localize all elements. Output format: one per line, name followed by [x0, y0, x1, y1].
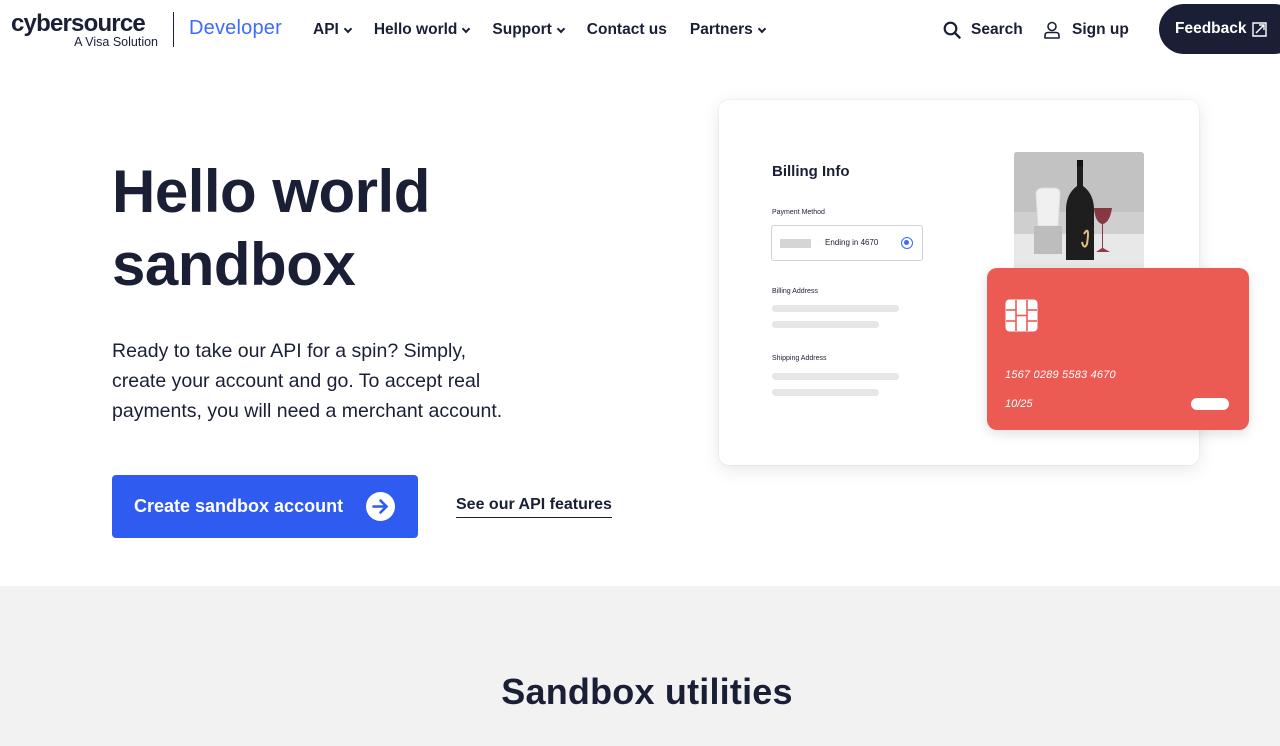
site-header: cybersource A Visa Solution Developer AP…	[0, 0, 1280, 58]
nav-item-label: Partners	[689, 21, 753, 38]
create-sandbox-account-button[interactable]: Create sandbox account	[112, 475, 418, 538]
nav-item-api[interactable]: API	[313, 20, 353, 40]
sign-up-label: Sign up	[1072, 21, 1129, 38]
hero-description: Ready to take our API for a spin? Simply…	[112, 340, 503, 422]
card-logo-placeholder	[1191, 398, 1229, 410]
hero-title-line-1: Hello world	[112, 158, 430, 225]
wine-product-image	[1014, 152, 1144, 270]
nav-item-label: Support	[492, 21, 552, 38]
feedback-label: Feedback	[1175, 20, 1247, 37]
card-chip-icon	[1005, 299, 1038, 332]
billing-address-label: Billing Address	[772, 288, 818, 295]
nav-item-label: Hello world	[373, 21, 458, 38]
search-button[interactable]: Search	[943, 20, 1023, 40]
payment-method-value: Ending in 4670	[825, 238, 879, 247]
radio-selected-icon	[901, 237, 913, 249]
nav-item-contact-us[interactable]: Contact us	[587, 20, 667, 40]
hero-title-line-2: sandbox	[112, 231, 356, 298]
nav-item-label: API	[313, 21, 339, 38]
chevron-down-icon	[343, 24, 353, 33]
hero-title: Hello world sandbox	[112, 155, 612, 301]
feedback-button[interactable]: Feedback	[1159, 4, 1280, 54]
nav-item-label: Contact us	[586, 21, 667, 38]
cta-label: Create sandbox account	[134, 496, 344, 516]
placeholder-line	[772, 321, 879, 328]
placeholder-line	[772, 305, 899, 312]
external-link-icon	[1251, 21, 1267, 37]
placeholder-line	[772, 373, 899, 380]
search-icon	[943, 21, 961, 39]
user-icon	[1044, 21, 1060, 39]
logo-divider	[173, 12, 174, 47]
payment-method-label: Payment Method	[772, 209, 825, 216]
card-expiry: 10/25	[1005, 398, 1033, 410]
arrow-right-icon	[366, 492, 395, 521]
chevron-down-icon	[757, 24, 767, 33]
credit-card-illustration: 1567 0289 5583 4670 10/25	[987, 268, 1249, 430]
main-nav: API Hello world Support Contact us Partn…	[313, 20, 767, 40]
billing-info-title: Billing Info	[772, 163, 850, 180]
cybersource-logo[interactable]: cybersource A Visa Solution	[11, 10, 161, 50]
search-label: Search	[971, 21, 1023, 38]
chevron-down-icon	[462, 24, 471, 33]
see-api-features-link[interactable]: See our API features	[456, 495, 612, 518]
card-number: 1567 0289 5583 4670	[1005, 369, 1116, 381]
nav-item-support[interactable]: Support	[492, 20, 566, 40]
card-thumbnail	[780, 239, 811, 248]
nav-item-hello-world[interactable]: Hello world	[373, 20, 471, 40]
sandbox-utilities-section: Sandbox utilities	[0, 586, 1280, 746]
payment-method-box: Ending in 4670	[771, 225, 923, 261]
developer-label[interactable]: Developer	[189, 16, 282, 40]
sign-up-button[interactable]: Sign up	[1043, 20, 1129, 40]
chevron-down-icon	[556, 24, 566, 33]
wine-bottle-illustration	[1014, 152, 1144, 270]
sandbox-utilities-title: Sandbox utilities	[501, 671, 793, 712]
logo-wordmark: cybersource	[11, 10, 146, 37]
nav-item-partners[interactable]: Partners	[689, 20, 767, 40]
placeholder-line	[772, 389, 879, 396]
logo-tagline: A Visa Solution	[74, 35, 158, 49]
shipping-address-label: Shipping Address	[772, 355, 827, 362]
